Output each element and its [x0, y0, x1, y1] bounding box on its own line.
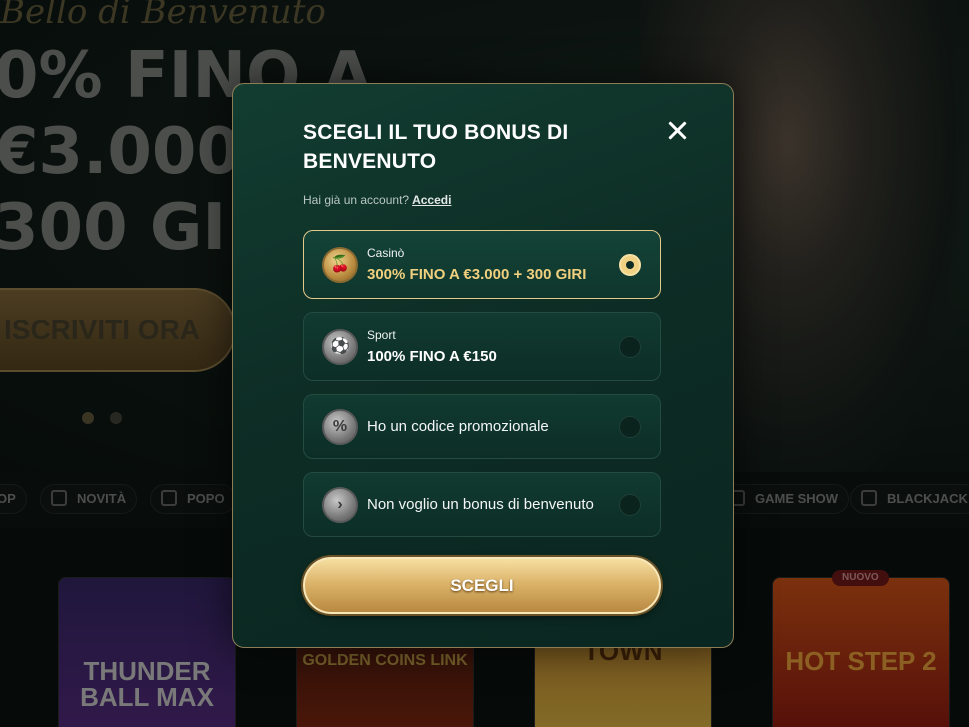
radio-button[interactable]	[619, 494, 641, 516]
close-icon[interactable]	[665, 118, 691, 144]
account-prompt: Hai già un account? Accedi	[303, 193, 452, 207]
promo-ticket-icon: %	[322, 409, 358, 445]
choose-button[interactable]: SCEGLI	[303, 557, 661, 614]
radio-button[interactable]	[619, 336, 641, 358]
soccer-ball-icon: ⚽	[322, 329, 358, 365]
bonus-option-promo-code[interactable]: % Ho un codice promozionale	[303, 394, 661, 459]
arrow-right-icon: ›	[322, 487, 358, 523]
cherry-icon: 🍒	[322, 247, 358, 283]
radio-button[interactable]	[619, 416, 641, 438]
modal-title: SCEGLI IL TUO BONUS DI BENVENUTO	[303, 121, 569, 173]
bonus-option-casino[interactable]: 🍒 Casinò 300% FINO A €3.000 + 300 GIRI	[303, 230, 661, 299]
welcome-bonus-modal: SCEGLI IL TUO BONUS DI BENVENUTO Hai già…	[232, 83, 734, 648]
radio-selected[interactable]	[619, 254, 641, 276]
bonus-option-none[interactable]: › Non voglio un bonus di benvenuto	[303, 472, 661, 537]
bonus-option-sport[interactable]: ⚽ Sport 100% FINO A €150	[303, 312, 661, 381]
login-link[interactable]: Accedi	[412, 193, 451, 207]
